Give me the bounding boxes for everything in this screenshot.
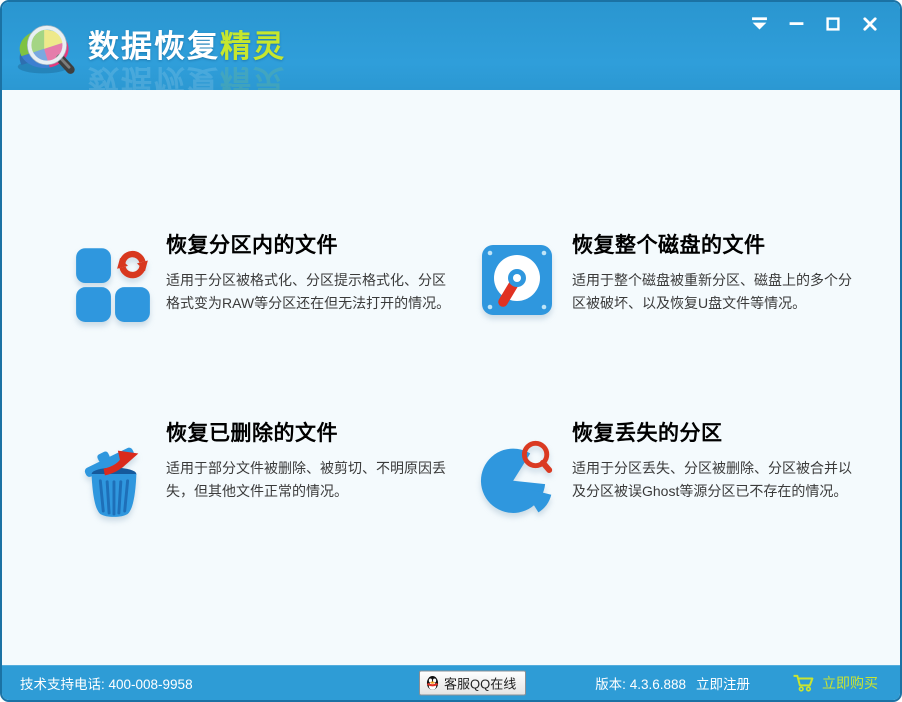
main-panel: 恢复分区内的文件 适用于分区被格式化、分区提示格式化、分区格式变为RAW等分区还… (2, 90, 900, 665)
menu-dropdown-icon (751, 15, 768, 35)
app-title-area: 数据恢复精灵 数据恢复精灵 (88, 2, 286, 90)
option-card-lost-partitions[interactable]: 恢复丢失的分区 适用于分区丢失、分区被删除、分区被合并以及分区被误Ghost等源… (480, 422, 860, 523)
option-description: 适用于分区被格式化、分区提示格式化、分区格式变为RAW等分区还在但无法打开的情况… (166, 269, 454, 315)
buy-now-label: 立即购买 (822, 673, 878, 693)
minimize-icon (788, 15, 805, 35)
qq-penguin-icon (426, 676, 439, 691)
option-title: 恢复丢失的分区 (572, 422, 860, 445)
partition-blocks-refresh-icon (74, 240, 152, 327)
qq-service-button[interactable]: 客服QQ在线 (419, 671, 526, 696)
pie-chart-magnifier-logo-icon (14, 15, 78, 79)
menu-dropdown-button[interactable] (749, 15, 769, 35)
version-label: 版本: 4.3.6.888 (595, 673, 686, 693)
maximize-icon (825, 16, 841, 35)
title-bar: 数据恢复精灵 数据恢复精灵 (2, 2, 900, 90)
app-title-main: 数据恢复 (88, 29, 220, 64)
close-icon (862, 16, 878, 35)
option-description: 适用于部分文件被删除、被剪切、不明原因丢失，但其他文件正常的情况。 (166, 457, 454, 503)
status-bar: 技术支持电话: 400-008-9958 客服QQ在线 版本: 4.3.6.88… (2, 665, 900, 700)
version-area: 版本: 4.3.6.888 立即注册 (595, 673, 750, 693)
option-card-disk-files[interactable]: 恢复整个磁盘的文件 适用于整个磁盘被重新分区、磁盘上的多个分区被破坏、以及恢复U… (480, 234, 860, 325)
trash-can-arrow-icon (74, 428, 152, 523)
maximize-button[interactable] (823, 15, 843, 35)
window-controls (749, 15, 880, 35)
register-link[interactable]: 立即注册 (696, 673, 750, 693)
buy-now-button[interactable]: 立即购买 (792, 673, 878, 693)
support-phone-label: 技术支持电话: 400-008-9958 (20, 673, 193, 693)
option-text-block: 恢复分区内的文件 适用于分区被格式化、分区提示格式化、分区格式变为RAW等分区还… (166, 234, 454, 327)
option-description: 适用于整个磁盘被重新分区、磁盘上的多个分区被破坏、以及恢复U盘文件等情况。 (572, 269, 860, 315)
option-card-partition-files[interactable]: 恢复分区内的文件 适用于分区被格式化、分区提示格式化、分区格式变为RAW等分区还… (74, 234, 454, 327)
option-description: 适用于分区丢失、分区被删除、分区被合并以及分区被误Ghost等源分区已不存在的情… (572, 457, 860, 503)
option-text-block: 恢复已删除的文件 适用于部分文件被删除、被剪切、不明原因丢失，但其他文件正常的情… (166, 422, 454, 523)
app-title: 数据恢复精灵 (88, 31, 286, 62)
app-title-accent: 精灵 (220, 29, 286, 64)
minimize-button[interactable] (786, 15, 806, 35)
close-button[interactable] (860, 15, 880, 35)
option-card-deleted-files[interactable]: 恢复已删除的文件 适用于部分文件被删除、被剪切、不明原因丢失，但其他文件正常的情… (74, 422, 454, 523)
shopping-cart-icon (792, 674, 815, 692)
app-window: 数据恢复精灵 数据恢复精灵 (0, 0, 902, 702)
option-text-block: 恢复整个磁盘的文件 适用于整个磁盘被重新分区、磁盘上的多个分区被破坏、以及恢复U… (572, 234, 860, 325)
option-title: 恢复整个磁盘的文件 (572, 234, 860, 257)
option-title: 恢复已删除的文件 (166, 422, 454, 445)
pie-slice-magnifier-icon (480, 428, 558, 523)
option-title: 恢复分区内的文件 (166, 234, 454, 257)
hard-disk-icon (480, 240, 558, 325)
qq-service-button-label: 客服QQ在线 (444, 674, 516, 693)
option-text-block: 恢复丢失的分区 适用于分区丢失、分区被删除、分区被合并以及分区被误Ghost等源… (572, 422, 860, 523)
